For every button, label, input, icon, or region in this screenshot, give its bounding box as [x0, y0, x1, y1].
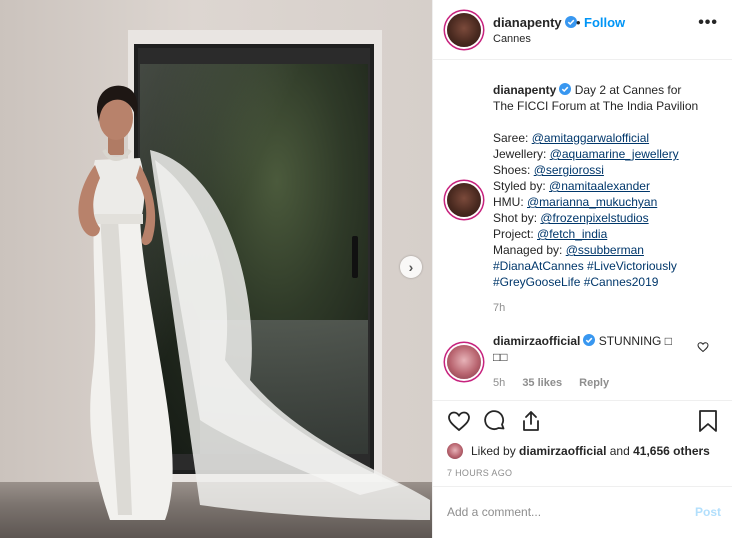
credit-handle-link[interactable]: @aquamarine_jewellery — [550, 147, 679, 161]
credit-line: Project: @fetch_india — [493, 226, 723, 242]
author-avatar[interactable] — [447, 13, 481, 47]
post-comment-button[interactable]: Post — [695, 505, 721, 519]
commenter-username[interactable]: diamirzaofficial — [493, 334, 580, 348]
post-photo[interactable]: › — [0, 0, 432, 538]
caption-username[interactable]: dianapenty — [493, 83, 556, 97]
liked-by-row: Liked by diamirzaofficial and 41,656 oth… — [447, 443, 710, 459]
credit-line: Styled by: @namitaalexander — [493, 178, 723, 194]
add-comment-box: Add a comment... Post — [433, 486, 732, 538]
credit-handle-link[interactable]: @namitaalexander — [549, 179, 650, 193]
verified-badge-icon — [559, 83, 572, 95]
comment-timestamp: 5h — [493, 377, 506, 389]
credit-label: Shot by: — [493, 211, 541, 225]
author-username[interactable]: dianapenty — [493, 15, 577, 30]
photo-figure — [78, 85, 430, 520]
share-icon[interactable] — [519, 409, 543, 433]
caption-avatar[interactable] — [447, 183, 481, 217]
credit-line: Saree: @amitaggarwalofficial — [493, 130, 723, 146]
credit-handle-link[interactable]: @ssubberman — [566, 243, 644, 257]
post-header: dianapenty • Follow Cannes ••• — [433, 0, 732, 60]
verified-badge-icon — [564, 16, 577, 28]
liked-by-count[interactable]: 41,656 others — [633, 444, 710, 458]
credit-handle-link[interactable]: @amitaggarwalofficial — [532, 131, 649, 145]
credit-label: Jewellery: — [493, 147, 550, 161]
follow-button[interactable]: Follow — [584, 15, 625, 30]
credit-label: Project: — [493, 227, 538, 241]
post-location[interactable]: Cannes — [493, 33, 531, 45]
commenter-avatar[interactable] — [447, 345, 481, 379]
save-bookmark-icon[interactable] — [697, 409, 719, 433]
comments-section[interactable]: dianapenty Day 2 at Cannes for The FICCI… — [433, 61, 732, 400]
credit-line: Shot by: @frozenpixelstudios — [493, 210, 723, 226]
credit-line: Jewellery: @aquamarine_jewellery — [493, 146, 723, 162]
liker-avatar[interactable] — [447, 443, 463, 459]
credit-label: Saree: — [493, 131, 532, 145]
add-comment-input[interactable]: Add a comment... — [447, 505, 677, 519]
liked-by-prefix: Liked by — [471, 444, 516, 458]
comment-reply-button[interactable]: Reply — [579, 377, 609, 389]
comment-item: diamirzaofficial STUNNING □ □□ 5h 35 lik… — [433, 329, 732, 399]
credit-handle-link[interactable]: @frozenpixelstudios — [540, 211, 648, 225]
credit-label: Managed by: — [493, 243, 566, 257]
post-details-panel: dianapenty • Follow Cannes ••• dianapent… — [432, 0, 732, 538]
comment-likes-count[interactable]: 35 likes — [522, 377, 562, 389]
header-separator: • — [576, 15, 581, 30]
like-heart-icon[interactable] — [447, 409, 471, 433]
verified-badge-icon — [583, 334, 596, 346]
comment-text: diamirzaofficial STUNNING □ □□ — [493, 333, 693, 365]
hashtags-line2[interactable]: #GreyGooseLife #Cannes2019 — [493, 274, 723, 290]
credit-label: Shoes: — [493, 163, 534, 177]
caption-text-line1: Day 2 at Cannes for — [574, 83, 682, 97]
credit-handle-link[interactable]: @marianna_mukuchyan — [527, 195, 657, 209]
credit-handle-link[interactable]: @sergiorossi — [534, 163, 604, 177]
post-date[interactable]: 7 HOURS AGO — [447, 468, 512, 478]
credit-label: Styled by: — [493, 179, 550, 193]
credit-handle-link[interactable]: @fetch_india — [537, 227, 607, 241]
next-photo-button[interactable]: › — [400, 256, 422, 278]
more-options-icon[interactable]: ••• — [698, 14, 718, 32]
liked-by-user[interactable]: diamirzaofficial — [519, 444, 606, 458]
credit-line: Shoes: @sergiorossi — [493, 162, 723, 178]
credit-line: HMU: @marianna_mukuchyan — [493, 194, 723, 210]
comment-bubble-icon[interactable] — [483, 409, 507, 433]
caption-text-line2: The FICCI Forum at The India Pavilion — [493, 99, 699, 113]
author-username-text[interactable]: dianapenty — [493, 15, 562, 30]
comment-meta: 5h 35 likes Reply — [493, 377, 623, 389]
comment-body-line2: □□ — [493, 350, 508, 364]
post-caption: dianapenty Day 2 at Cannes for The FICCI… — [493, 82, 723, 316]
hashtags-line1[interactable]: #DianaAtCannes #LiveVictoriously — [493, 258, 723, 274]
credit-line: Managed by: @ssubberman — [493, 242, 723, 258]
liked-by-middle: and — [609, 444, 630, 458]
caption-timestamp: 7h — [493, 302, 506, 314]
credit-label: HMU: — [493, 195, 527, 209]
comment-like-heart-icon[interactable] — [697, 341, 709, 353]
comment-body: STUNNING □ — [598, 334, 672, 348]
post-actions: Liked by diamirzaofficial and 41,656 oth… — [433, 400, 732, 486]
